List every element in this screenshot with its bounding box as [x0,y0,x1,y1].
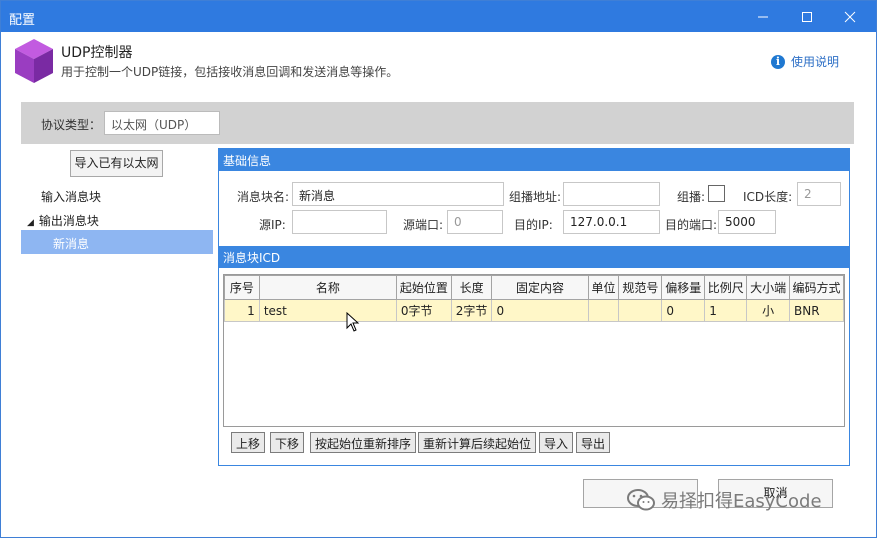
protocol-label: 协议类型： [41,118,102,132]
table-row[interactable]: 1 test 0字节 2字节 0 0 1 小 BNR [224,299,844,322]
table-cell[interactable] [618,299,663,322]
table-cell[interactable]: 0字节 [395,299,452,322]
close-button[interactable] [827,1,873,32]
icd-header: 消息块ICD [219,246,849,268]
icd-length-input[interactable]: 2 [797,182,841,206]
table-header-row: 序号 名称 起始位置 长度 固定内容 单位 规范号 偏移量 比例尺 大小端 编码… [224,275,844,300]
table-cell[interactable]: 2字节 [450,299,493,322]
title-bar[interactable]: 配置 [1,1,876,32]
src-port-input[interactable]: 0 [447,210,503,234]
msg-name-label: 消息块名: [237,190,290,204]
protocol-field[interactable]: 以太网（UDP） [104,111,220,135]
col-header[interactable]: 比例尺 [704,275,748,300]
icd-table[interactable]: 序号 名称 起始位置 长度 固定内容 单位 规范号 偏移量 比例尺 大小端 编码… [223,274,845,427]
table-cell[interactable]: 1 [704,299,748,322]
tree-item-output-blocks[interactable]: ◢ 输出消息块 [27,212,99,229]
recalc-start-button[interactable]: 重新计算后续起始位 [418,432,537,453]
icd-length-label: ICD长度: [743,190,793,204]
col-header[interactable]: 偏移量 [661,275,706,300]
col-header[interactable]: 编码方式 [789,275,844,300]
col-header[interactable]: 长度 [450,275,493,300]
table-cell[interactable]: 0 [491,299,589,322]
multicast-label: 组播: [677,190,706,204]
minimize-icon [758,16,768,17]
table-cell[interactable]: 小 [746,299,791,322]
maximize-button[interactable] [784,1,830,32]
multicast-addr-label: 组播地址: [509,190,562,204]
basic-info-header: 基础信息 [219,149,849,171]
app-description: 用于控制一个UDP链接，包括接收消息回调和发送消息等操作。 [61,65,399,79]
col-header[interactable]: 起始位置 [395,275,452,300]
expand-triangle-icon[interactable]: ◢ [27,218,34,228]
multicast-addr-input[interactable] [563,182,660,206]
col-header[interactable]: 固定内容 [491,275,589,300]
move-up-button[interactable]: 上移 [231,432,266,453]
help-label: 使用说明 [791,55,840,69]
col-header[interactable]: 序号 [224,275,260,300]
src-ip-input[interactable] [292,210,387,234]
minimize-button[interactable] [740,1,786,32]
purple-cube-icon [15,39,53,83]
msg-name-input[interactable]: 新消息 [292,182,504,206]
table-cell[interactable]: BNR [789,299,844,322]
help-link[interactable]: i 使用说明 [771,53,839,70]
move-down-button[interactable]: 下移 [270,432,305,453]
dst-ip-label: 目的IP: [514,218,553,232]
tree-item-input-blocks[interactable]: 输入消息块 [41,188,101,205]
table-cell[interactable]: test [258,299,397,322]
col-header[interactable]: 单位 [587,275,620,300]
src-ip-label: 源IP: [259,218,286,232]
src-port-label: 源端口: [403,218,444,232]
maximize-icon [802,11,812,22]
watermark: 易择扣得EasyCode [627,487,822,513]
dst-port-input[interactable]: 5000 [718,210,776,234]
dst-ip-input[interactable]: 127.0.0.1 [563,210,660,234]
table-cell[interactable]: 1 [224,299,260,322]
watermark-text: 易择扣得EasyCode [661,491,822,512]
app-title: UDP控制器 [61,45,133,61]
message-panel: 基础信息 消息块名: 新消息 组播地址: 组播: ICD长度: 2 源IP: 源… [218,148,850,466]
col-header[interactable]: 名称 [258,275,397,300]
resort-by-start-button[interactable]: 按起始位重新排序 [310,432,417,453]
window-title: 配置 [9,13,36,28]
mouse-cursor-icon [346,312,360,332]
table-cell[interactable]: 0 [661,299,706,322]
close-icon [844,11,856,22]
dst-port-label: 目的端口: [665,218,718,232]
import-button[interactable]: 导入 [539,432,574,453]
col-header[interactable]: 大小端 [746,275,791,300]
info-icon: i [771,54,785,69]
import-ethernet-button[interactable]: 导入已有以太网 [70,150,163,177]
config-window: 配置 UDP控制器 用于控制一个UDP链接，包括接收消息回调和发送消息等操作。 … [0,0,877,538]
multicast-checkbox[interactable] [708,185,725,202]
export-button[interactable]: 导出 [576,432,611,453]
tree-item-new-message[interactable]: 新消息 [21,230,213,254]
wechat-icon [627,489,655,511]
table-cell[interactable] [587,299,620,322]
col-header[interactable]: 规范号 [618,275,663,300]
protocol-bar: 协议类型： 以太网（UDP） [21,102,854,144]
